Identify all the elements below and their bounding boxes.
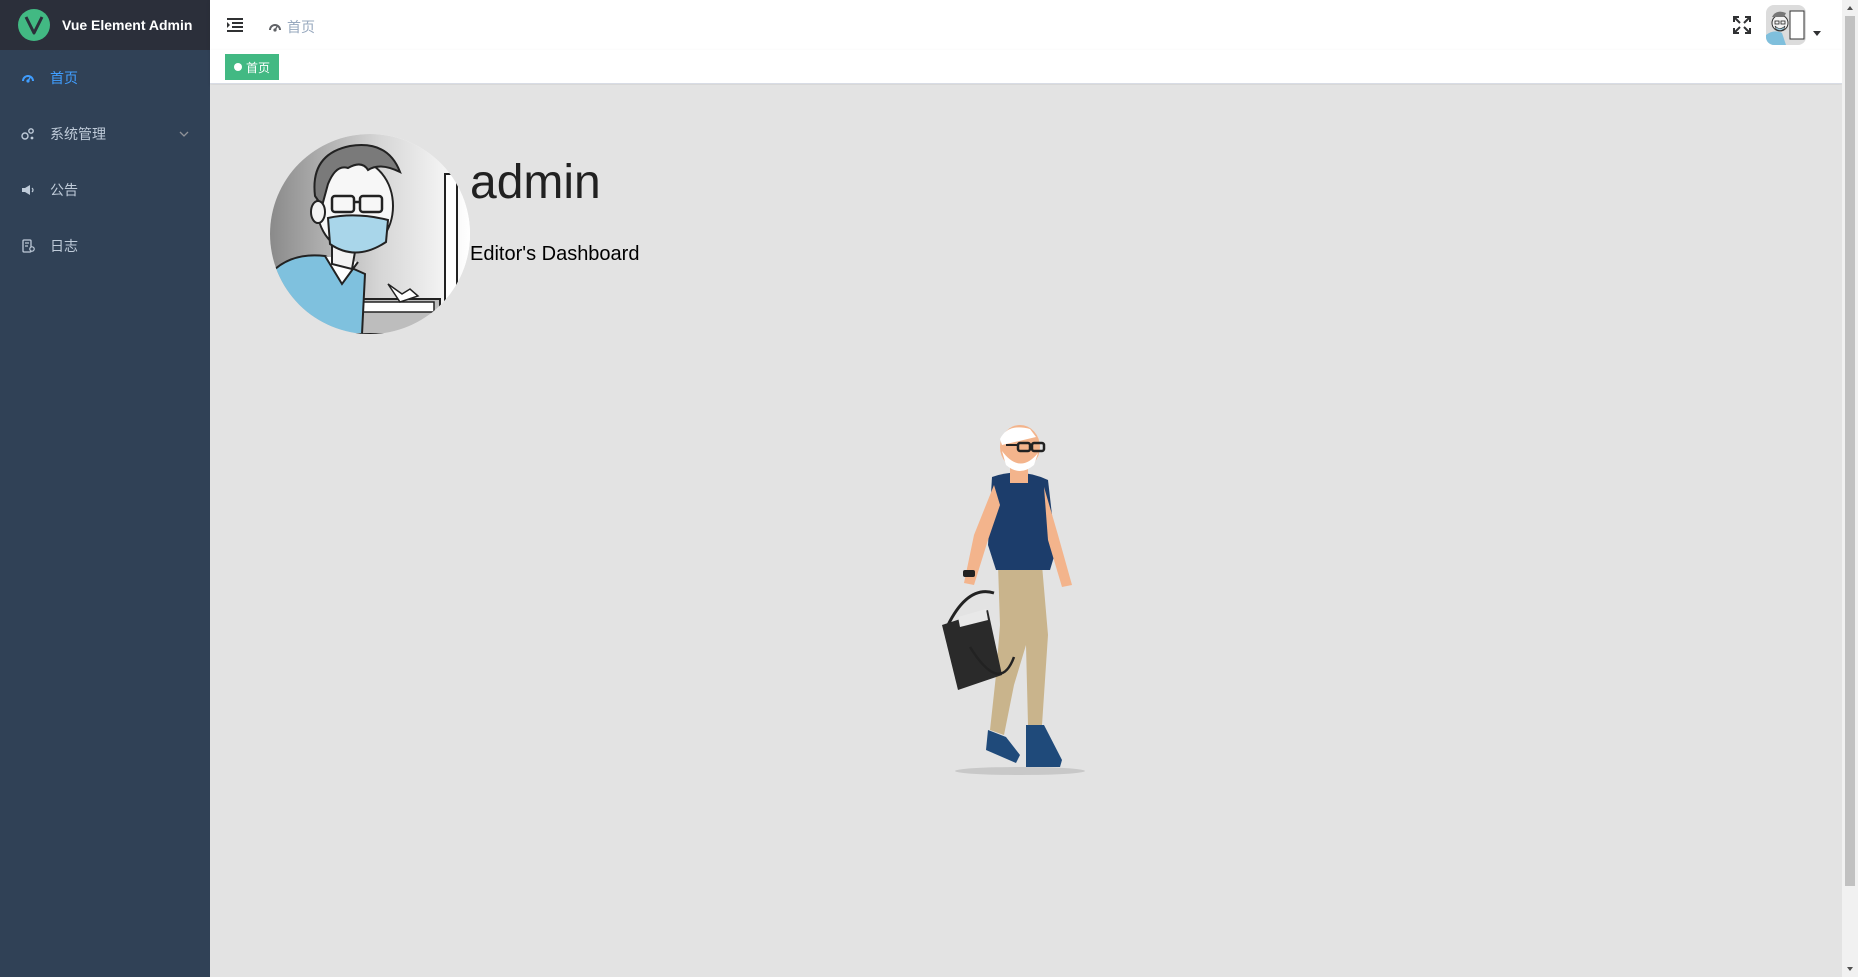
sidebar-item-label: 公告 — [50, 182, 78, 198]
avatar-image — [1766, 5, 1806, 45]
log-icon — [20, 238, 36, 254]
profile-avatar — [270, 134, 470, 334]
sidebar-item-label: 首页 — [50, 70, 78, 86]
tag-home[interactable]: 首页 — [225, 54, 280, 80]
megaphone-icon — [20, 182, 36, 198]
app-title: Vue Element Admin — [62, 17, 193, 33]
tag-active-dot — [234, 63, 242, 71]
user-avatar[interactable] — [1766, 5, 1806, 45]
scroll-up-arrow-icon[interactable] — [1846, 4, 1854, 12]
walking-man-illustration — [942, 425, 1085, 775]
sidebar-item-notice[interactable]: 公告 — [0, 162, 210, 218]
sidebar-item-label: 日志 — [50, 238, 78, 254]
breadcrumb-item[interactable]: 首页 — [287, 17, 315, 37]
caret-down-icon[interactable] — [1812, 30, 1822, 38]
hamburger-icon[interactable] — [226, 16, 244, 34]
sidebar: Vue Element Admin 首页 系统管理 公告 日志 — [0, 0, 210, 977]
tags-view: 首页 — [210, 50, 1842, 84]
profile-role: Editor's Dashboard — [470, 243, 640, 265]
breadcrumb: 首页 — [268, 17, 315, 37]
vue-logo-icon — [18, 9, 50, 41]
dashboard-icon — [269, 24, 281, 32]
tag-label: 首页 — [246, 60, 271, 75]
settings-icon — [20, 126, 36, 142]
avatar-image — [270, 134, 470, 334]
sidebar-menu: 首页 系统管理 公告 日志 — [0, 50, 210, 274]
dashboard-icon — [20, 70, 36, 86]
page-scrollbar[interactable] — [1842, 0, 1858, 977]
scrollbar-thumb[interactable] — [1845, 16, 1855, 886]
chevron-down-icon — [179, 131, 189, 137]
sidebar-logo[interactable]: Vue Element Admin — [0, 0, 210, 50]
sidebar-item-label: 系统管理 — [50, 126, 106, 142]
sidebar-item-log[interactable]: 日志 — [0, 218, 210, 274]
fullscreen-icon[interactable] — [1732, 15, 1752, 35]
scroll-down-arrow-icon[interactable] — [1846, 965, 1854, 973]
profile-name: admin — [470, 156, 601, 209]
sidebar-item-system[interactable]: 系统管理 — [0, 106, 210, 162]
sidebar-item-home[interactable]: 首页 — [0, 50, 210, 106]
dashboard-container: admin Editor's Dashboard — [210, 85, 1842, 977]
navbar: 首页 — [210, 0, 1842, 50]
